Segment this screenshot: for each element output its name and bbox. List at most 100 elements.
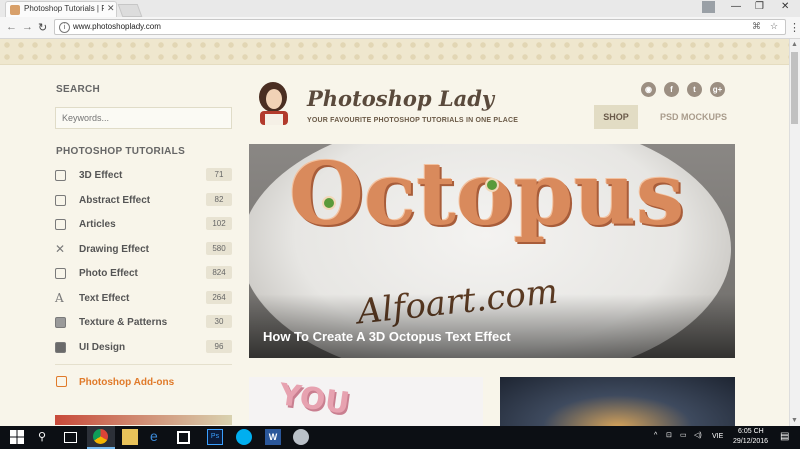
category-label: Texture & Patterns — [79, 317, 168, 328]
bookmark-star-icon[interactable]: ☆ — [770, 21, 778, 32]
category-label: Articles — [79, 219, 116, 230]
nav-shop[interactable]: SHOP — [594, 105, 638, 129]
search-heading: SEARCH — [56, 84, 101, 95]
hero-shade — [249, 294, 735, 358]
battery-icon[interactable]: ▭ — [680, 431, 687, 439]
octopus-eye-left — [322, 196, 336, 210]
forward-icon[interactable]: → — [22, 21, 33, 33]
hero-title[interactable]: How To Create A 3D Octopus Text Effect — [263, 329, 511, 344]
site-info-icon[interactable]: i — [59, 22, 70, 33]
category-label: 3D Effect — [79, 170, 123, 181]
category-photo-effect[interactable]: Photo Effect 824 — [55, 266, 232, 284]
chrome-icon — [93, 429, 108, 444]
post-card[interactable] — [500, 377, 735, 427]
network-icon[interactable]: ⊡ — [666, 431, 672, 439]
close-tab-icon[interactable]: ✕ — [107, 3, 115, 14]
language-indicator[interactable]: VIE — [712, 433, 723, 440]
windows-start-icon[interactable] — [9, 429, 25, 445]
word-icon[interactable]: W — [265, 429, 281, 445]
category-count: 264 — [206, 291, 232, 304]
photo-icon — [55, 268, 66, 279]
browser-toolbar: ← → ↻ i www.photoshoplady.com ⌘ ☆ ⋮ — [0, 17, 800, 39]
clock-time[interactable]: 6:05 CH — [738, 428, 764, 435]
browser-tab-bar: Photoshop Tutorials | Ph ✕ — ❐ ✕ — [0, 0, 800, 17]
new-tab-button[interactable] — [117, 4, 143, 17]
text-icon: A — [55, 291, 64, 305]
address-bar[interactable]: i www.photoshoplady.com ⌘ ☆ — [54, 19, 786, 35]
card-art-word: YOU — [276, 377, 352, 422]
category-count: 82 — [206, 193, 232, 206]
nav-psd-mockups[interactable]: PSD MOCKUPS — [660, 112, 727, 122]
hero-art-word: Octopus — [289, 144, 685, 245]
category-label: Photo Effect — [79, 268, 138, 279]
back-icon[interactable]: ← — [6, 21, 17, 33]
app-icon[interactable] — [293, 429, 309, 445]
profile-icon[interactable] — [702, 1, 715, 13]
category-3d-effect[interactable]: 3D Effect 71 — [55, 168, 232, 186]
sidebar-divider — [55, 364, 232, 365]
browser-tab[interactable]: Photoshop Tutorials | Ph ✕ — [5, 1, 117, 17]
category-text-effect[interactable]: A Text Effect 264 — [55, 291, 232, 309]
volume-icon[interactable]: ◁) — [694, 431, 702, 439]
scrollbar-thumb[interactable] — [791, 52, 798, 124]
photoshop-addons-link[interactable]: Photoshop Add-ons — [79, 377, 174, 388]
url-text: www.photoshoplady.com — [73, 22, 161, 31]
tutorials-heading: PHOTOSHOP TUTORIALS — [56, 146, 186, 157]
category-count: 102 — [206, 217, 232, 230]
file-explorer-icon[interactable] — [122, 429, 138, 445]
rss-icon[interactable]: ◉ — [641, 82, 656, 97]
category-texture-patterns[interactable]: Texture & Patterns 30 — [55, 315, 232, 333]
category-label: Drawing Effect — [79, 244, 150, 255]
category-articles[interactable]: Articles 102 — [55, 217, 232, 235]
category-count: 824 — [206, 266, 232, 279]
facebook-icon[interactable]: f — [664, 82, 679, 97]
ui-design-icon — [55, 342, 66, 353]
header-pattern — [0, 39, 800, 65]
category-label: Abstract Effect — [79, 195, 151, 206]
photoshop-icon[interactable]: Ps — [207, 429, 223, 445]
hero-featured-post[interactable]: Octopus Alfoart.com How To Create A 3D O… — [249, 144, 735, 358]
category-label: UI Design — [79, 342, 126, 353]
search-input[interactable] — [55, 107, 232, 129]
favicon-icon — [10, 5, 20, 15]
reload-icon[interactable]: ↻ — [38, 21, 47, 34]
cube-icon — [55, 170, 66, 181]
drawing-icon: ✕ — [55, 242, 66, 256]
clock-date[interactable]: 29/12/2016 — [733, 438, 768, 445]
post-card[interactable]: YOU — [249, 377, 483, 427]
search-icon[interactable]: ⚲ — [38, 430, 46, 443]
article-icon — [55, 219, 66, 230]
category-ui-design[interactable]: UI Design 96 — [55, 340, 232, 358]
site-tagline: YOUR FAVOURITE PHOTOSHOP TUTORIALS IN ON… — [307, 117, 519, 124]
sidebar-image[interactable] — [55, 415, 232, 425]
category-abstract-effect[interactable]: Abstract Effect 82 — [55, 193, 232, 211]
menu-dots-icon[interactable]: ⋮ — [789, 21, 800, 34]
store-icon[interactable] — [177, 431, 190, 444]
close-window-button[interactable]: ✕ — [781, 1, 789, 12]
tab-title: Photoshop Tutorials | Ph — [24, 4, 104, 13]
skype-icon[interactable] — [236, 429, 252, 445]
logo-avatar[interactable] — [251, 81, 295, 127]
scroll-up-icon[interactable]: ▲ — [791, 41, 798, 48]
taskbar-chrome[interactable] — [87, 426, 115, 449]
octopus-eye-right — [485, 178, 499, 192]
maximize-button[interactable]: ❐ — [755, 1, 764, 12]
category-count: 71 — [206, 168, 232, 181]
site-logo[interactable]: Photoshop Lady — [307, 86, 494, 111]
edge-icon[interactable]: e — [150, 428, 158, 444]
abstract-icon — [55, 195, 66, 206]
addon-icon — [56, 376, 67, 387]
twitter-icon[interactable]: t — [687, 82, 702, 97]
texture-icon — [55, 317, 66, 328]
notifications-icon[interactable]: ▤ — [780, 431, 789, 442]
category-drawing-effect[interactable]: ✕ Drawing Effect 580 — [55, 242, 232, 260]
scroll-down-icon[interactable]: ▼ — [791, 417, 798, 424]
google-plus-icon[interactable]: g+ — [710, 82, 725, 97]
minimize-button[interactable]: — — [731, 1, 741, 12]
category-count: 30 — [206, 315, 232, 328]
show-hidden-icons[interactable]: ^ — [654, 432, 657, 439]
category-label: Text Effect — [79, 293, 130, 304]
windows-taskbar: ⚲ e Ps W ^ ⊡ ▭ ◁) VIE 6:05 CH 29/12/2016… — [0, 426, 800, 449]
translate-icon[interactable]: ⌘ — [752, 21, 761, 32]
task-view-icon[interactable] — [64, 432, 77, 443]
